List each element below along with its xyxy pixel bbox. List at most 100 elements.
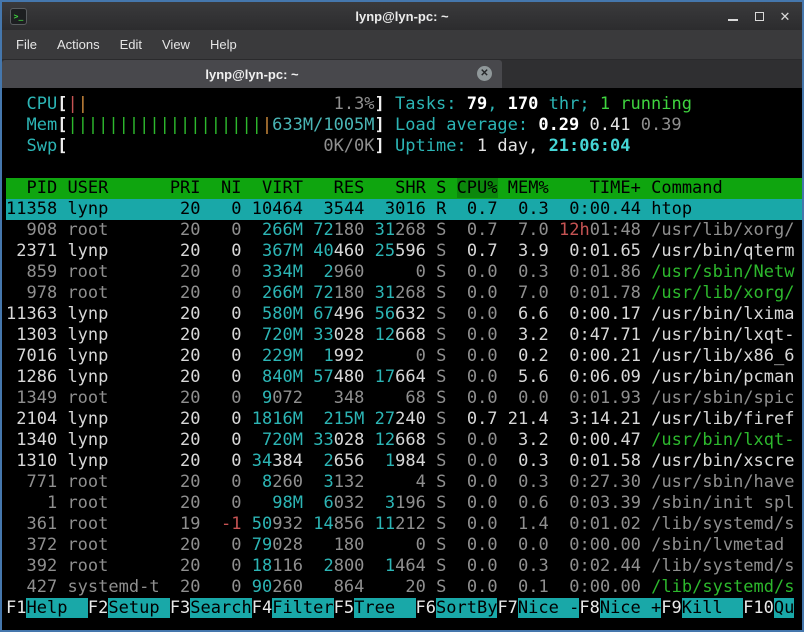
fn-f10-key[interactable]: F10 <box>743 598 774 618</box>
cell-pri: 20 <box>170 283 201 303</box>
cell-pri: 20 <box>170 304 201 324</box>
cell-state: S <box>436 430 446 450</box>
cell-user: root <box>67 556 159 576</box>
tab-terminal[interactable]: lynp@lyn-pc: ~ ✕ <box>2 60 502 88</box>
cell-time: 0:01.86 <box>569 262 641 282</box>
cpu-meter-ticks: | <box>78 94 88 114</box>
close-icon[interactable]: ✕ <box>776 7 794 25</box>
cell-state: S <box>436 346 446 366</box>
cell-command: /lib/systemd/s <box>651 577 794 597</box>
cell-command: /lib/systemd/s <box>651 514 794 534</box>
menu-item-view[interactable]: View <box>152 31 200 58</box>
cell-res: 348 <box>334 388 365 408</box>
process-row-908[interactable]: 908 root 20 0 266M 72180 31268 S 0.7 7.0… <box>6 220 802 241</box>
menu-item-edit[interactable]: Edit <box>110 31 152 58</box>
cell-shr: 68 <box>405 388 425 408</box>
process-row-978[interactable]: 978 root 20 0 266M 72180 31268 S 0.0 7.0… <box>6 283 802 304</box>
cell-pri: 20 <box>170 199 201 219</box>
fn-f9-key[interactable]: F9 <box>661 598 681 618</box>
load-15min: 0.39 <box>641 115 682 135</box>
cell-shr: 27 <box>375 409 395 429</box>
cell-res: 180 <box>334 535 365 555</box>
cell-pid: 427 <box>6 577 57 597</box>
fn-f1-label[interactable]: Help <box>26 598 87 618</box>
cell-cpu: 0.0 <box>457 304 498 324</box>
cell-pid: 2104 <box>6 409 57 429</box>
cell-res: 72 <box>313 220 333 240</box>
mem-meter-ticks: ||||||||||||||||||| <box>67 115 261 135</box>
mem-meter-ticks: | <box>262 115 272 135</box>
fn-f8-label[interactable]: Nice + <box>600 598 661 618</box>
mem-meter-label: Mem <box>26 115 57 135</box>
cell-ni: 0 <box>211 451 242 471</box>
menu-item-help[interactable]: Help <box>200 31 247 58</box>
cell-command: /usr/sbin/spic <box>651 388 794 408</box>
process-row-11358[interactable]: 11358 lynp 20 0 10464 3544 3016 R 0.7 0.… <box>6 199 802 220</box>
cell-pri: 20 <box>170 535 201 555</box>
process-row-2104[interactable]: 2104 lynp 20 0 1816M 215M 27240 S 0.7 21… <box>6 409 802 430</box>
menu-item-file[interactable]: File <box>6 31 47 58</box>
fn-f4-label[interactable]: Filter <box>272 598 333 618</box>
fn-f7-label[interactable]: Nice - <box>518 598 579 618</box>
menubar: FileActionsEditViewHelp <box>2 30 802 60</box>
cell-state: S <box>436 304 446 324</box>
cell-ni: 0 <box>211 199 242 219</box>
titlebar[interactable]: >_ lynp@lyn-pc: ~ ✕ <box>2 2 802 30</box>
process-row-1310[interactable]: 1310 lynp 20 0 34384 2656 1984 S 0.0 0.3… <box>6 451 802 472</box>
menu-item-actions[interactable]: Actions <box>47 31 110 58</box>
process-row-1340[interactable]: 1340 lynp 20 0 720M 33028 12668 S 0.0 3.… <box>6 430 802 451</box>
process-row-1[interactable]: 1 root 20 0 98M 6032 3196 S 0.0 0.6 0:03… <box>6 493 802 514</box>
cell-pri: 20 <box>170 451 201 471</box>
cell-user: lynp <box>67 346 159 366</box>
cell-state: S <box>436 262 446 282</box>
process-row-11363[interactable]: 11363 lynp 20 0 580M 67496 56632 S 0.0 6… <box>6 304 802 325</box>
tab-close-icon[interactable]: ✕ <box>477 66 492 81</box>
process-row-361[interactable]: 361 root 19 -1 50932 14856 11212 S 0.0 1… <box>6 514 802 535</box>
process-row-859[interactable]: 859 root 20 0 334M 2960 0 S 0.0 0.3 0:01… <box>6 262 802 283</box>
cell-ni: 0 <box>211 556 242 576</box>
cell-cpu: 0.7 <box>457 220 498 240</box>
fn-f5-label[interactable]: Tree <box>354 598 415 618</box>
process-row-427[interactable]: 427 systemd-t 20 0 90260 864 20 S 0.0 0.… <box>6 577 802 598</box>
cell-cpu: 0.0 <box>457 556 498 576</box>
terminal-screen[interactable]: CPU[|| 1.3%] Tasks: 79, 170 thr; 1 runni… <box>2 88 802 630</box>
fn-f3-label[interactable]: Search <box>190 598 251 618</box>
process-row-392[interactable]: 392 root 20 0 18116 2800 1464 S 0.0 0.3 … <box>6 556 802 577</box>
cell-ni: 0 <box>211 262 242 282</box>
cell-res: 33 <box>313 325 333 345</box>
fn-f3-key[interactable]: F3 <box>170 598 190 618</box>
process-row-1303[interactable]: 1303 lynp 20 0 720M 33028 12668 S 0.0 3.… <box>6 325 802 346</box>
process-table-header[interactable]: PID USER PRI NI VIRT RES SHR S CPU% MEM%… <box>6 178 802 199</box>
process-row-7016[interactable]: 7016 lynp 20 0 229M 1992 0 S 0.0 0.2 0:0… <box>6 346 802 367</box>
fn-f9-label[interactable]: Kill <box>682 598 743 618</box>
process-row-771[interactable]: 771 root 20 0 8260 3132 4 S 0.0 0.3 0:27… <box>6 472 802 493</box>
maximize-icon[interactable] <box>750 7 768 25</box>
cell-time: 0:03.39 <box>569 493 641 513</box>
cell-time: 3:14.21 <box>569 409 641 429</box>
cell-virt: 266M <box>262 220 303 240</box>
fn-f6-label[interactable]: SortBy <box>436 598 497 618</box>
fn-f1-key[interactable]: F1 <box>6 598 26 618</box>
fn-f5-key[interactable]: F5 <box>334 598 354 618</box>
process-row-372[interactable]: 372 root 20 0 79028 180 0 S 0.0 0.0 0:00… <box>6 535 802 556</box>
cpu-meter-label: CPU <box>26 94 57 114</box>
fn-f7-key[interactable]: F7 <box>497 598 517 618</box>
minimize-icon[interactable] <box>724 7 742 25</box>
cell-shr: 0 <box>416 346 426 366</box>
cell-state: S <box>436 409 446 429</box>
cell-pri: 20 <box>170 241 201 261</box>
cell-res: 72 <box>313 283 333 303</box>
fn-f10-label[interactable]: Qu <box>774 598 794 618</box>
cell-ni: 0 <box>211 535 242 555</box>
fn-f2-key[interactable]: F2 <box>88 598 108 618</box>
fn-f4-key[interactable]: F4 <box>252 598 272 618</box>
cell-user: lynp <box>67 367 159 387</box>
cell-user: root <box>67 220 159 240</box>
process-row-2371[interactable]: 2371 lynp 20 0 367M 40460 25596 S 0.7 3.… <box>6 241 802 262</box>
cell-user: lynp <box>67 241 159 261</box>
process-row-1349[interactable]: 1349 root 20 0 9072 348 68 S 0.0 0.0 0:0… <box>6 388 802 409</box>
process-row-1286[interactable]: 1286 lynp 20 0 840M 57480 17664 S 0.0 5.… <box>6 367 802 388</box>
fn-f2-label[interactable]: Setup <box>108 598 169 618</box>
fn-f6-key[interactable]: F6 <box>416 598 436 618</box>
fn-f8-key[interactable]: F8 <box>579 598 599 618</box>
